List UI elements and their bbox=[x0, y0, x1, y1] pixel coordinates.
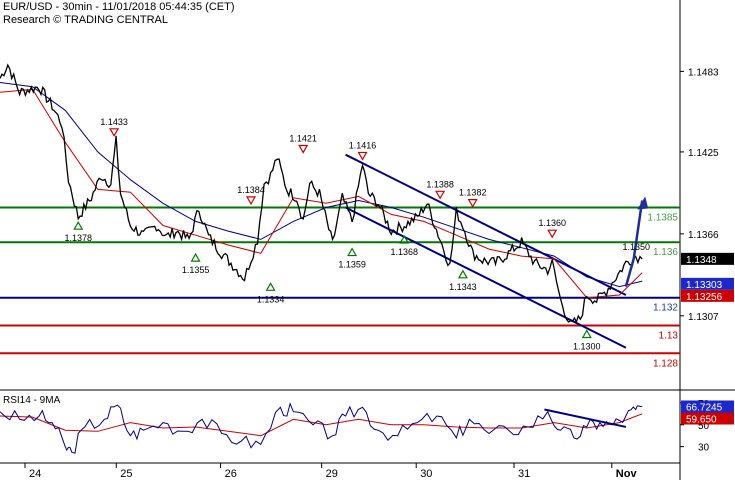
swing-low-marker bbox=[73, 220, 84, 230]
x-tick-label: 24 bbox=[29, 468, 41, 480]
swing-high-label: 1.1360 bbox=[538, 218, 566, 228]
swing-low-marker bbox=[265, 282, 276, 291]
swing-low-label: 1.1300 bbox=[573, 342, 601, 352]
swing-high-label: 1.1421 bbox=[289, 133, 317, 143]
projection-arrowhead bbox=[637, 196, 649, 210]
price-tag-label: 1.1348 bbox=[686, 255, 717, 266]
swing-high-marker bbox=[547, 229, 558, 239]
swing-high-label: 1.1433 bbox=[100, 117, 128, 127]
swing-low-label: 1.1359 bbox=[338, 260, 366, 270]
level-label: 1.13 bbox=[659, 331, 679, 342]
swing-low-label: 1.1334 bbox=[257, 294, 285, 304]
chart-canvas: 1.1483 1.1425 1.1366 1.1307 24 25 26 29 30 31 Nov 1… bbox=[0, 0, 735, 480]
rsi-ma-line bbox=[0, 413, 643, 437]
swing-high-marker bbox=[357, 151, 368, 161]
price-tag-label: 1.13256 bbox=[686, 292, 723, 303]
level-label: 1.128 bbox=[653, 358, 678, 369]
x-tick-label: 30 bbox=[420, 468, 432, 480]
swing-high-label: 1.1382 bbox=[459, 188, 487, 198]
price-tag-label: 1.13303 bbox=[686, 280, 723, 291]
swing-low-label: 1.1355 bbox=[182, 265, 210, 275]
rsi-trendline bbox=[544, 408, 627, 428]
x-tick-label: 26 bbox=[225, 468, 237, 480]
swing-low-marker bbox=[457, 269, 468, 279]
swing-high-marker bbox=[245, 196, 257, 206]
swing-high-label: 1.1388 bbox=[426, 179, 454, 189]
swing-high-marker bbox=[435, 190, 446, 200]
y-tick-label: 1.1483 bbox=[688, 67, 719, 78]
swing-high-label: 1.1384 bbox=[237, 185, 265, 195]
rsi-line bbox=[0, 402, 643, 454]
rsi-tick-label: 30 bbox=[698, 443, 710, 454]
swing-high-marker bbox=[109, 128, 120, 138]
level-label: 1.132 bbox=[653, 303, 678, 314]
swing-high-label: 1.1416 bbox=[349, 140, 377, 150]
rsi-tag-label: 66.7245 bbox=[686, 403, 723, 414]
swing-high-marker bbox=[467, 199, 478, 208]
x-tick-label: 31 bbox=[518, 468, 530, 480]
swing-low-label: 1.1343 bbox=[449, 282, 477, 292]
rsi-tag-label: 59.650 bbox=[686, 415, 717, 426]
y-tick-label: 1.1307 bbox=[688, 312, 719, 323]
rsi-title: RSI14 - 9MA bbox=[3, 395, 61, 406]
swing-high-marker bbox=[298, 144, 309, 154]
price-line bbox=[0, 63, 643, 324]
target-label: 1.1350 bbox=[622, 242, 650, 252]
x-tick-label: 25 bbox=[120, 468, 132, 480]
x-tick-label: Nov bbox=[616, 468, 638, 480]
swing-low-label: 1.1378 bbox=[64, 233, 92, 243]
swing-low-marker bbox=[347, 247, 358, 257]
swing-low-marker bbox=[190, 252, 201, 262]
level-label: 1.136 bbox=[653, 247, 678, 258]
y-tick-label: 1.1366 bbox=[688, 230, 719, 241]
channel-line bbox=[345, 206, 627, 349]
swing-low-label: 1.1368 bbox=[390, 247, 418, 257]
y-tick-label: 1.1425 bbox=[688, 148, 719, 159]
x-tick-label: 29 bbox=[326, 468, 338, 480]
ma-fast-line bbox=[0, 88, 643, 299]
level-label: 1.1385 bbox=[647, 212, 678, 223]
swing-low-marker bbox=[581, 329, 592, 339]
